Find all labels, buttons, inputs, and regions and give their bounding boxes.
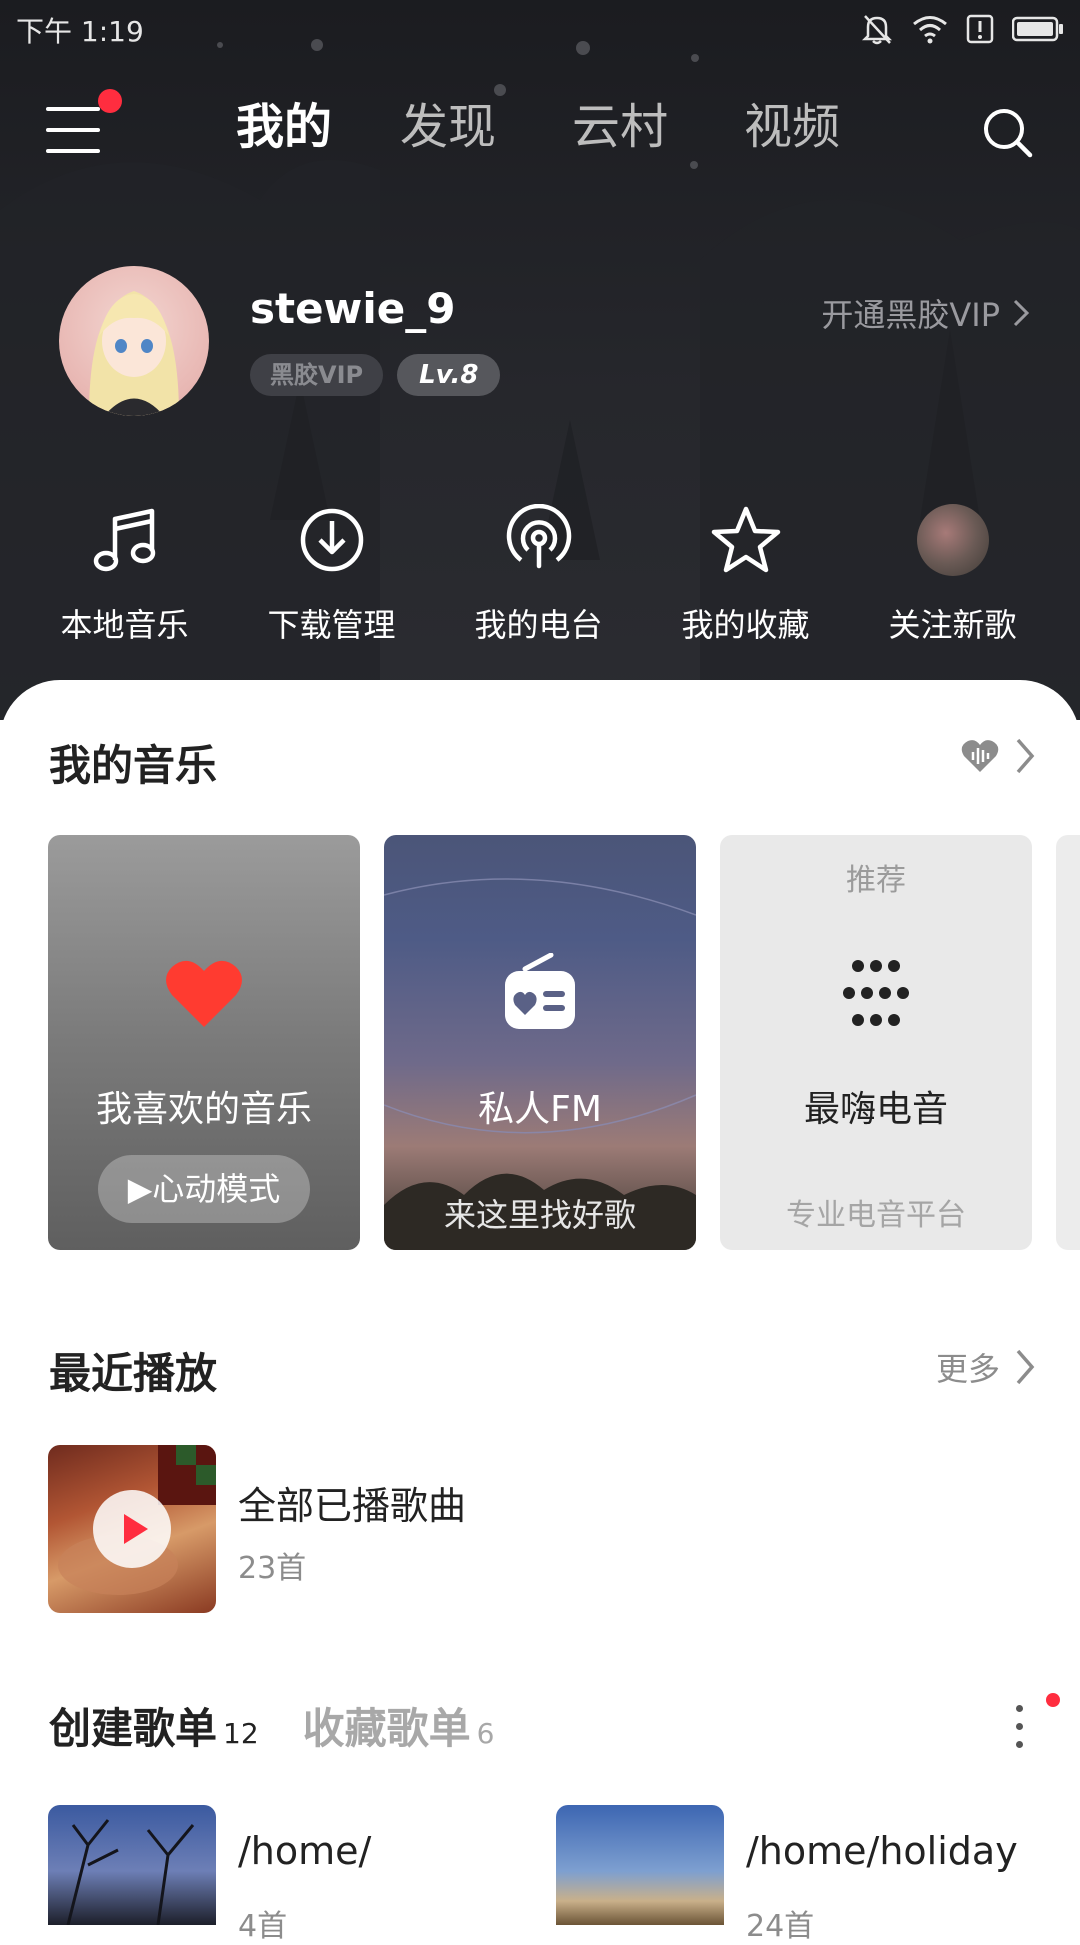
heartbeat-mode-label: 心动模式 <box>152 1170 281 1208</box>
playlist-name: /home/ <box>238 1829 372 1873</box>
notification-dot <box>98 89 122 113</box>
quick-label: 本地音乐 <box>60 606 189 644</box>
follow-avatar <box>916 504 989 576</box>
heartbeat-mode-button[interactable]: ▶心动模式 <box>98 1155 310 1223</box>
tab-video[interactable]: 视频 <box>744 97 840 157</box>
alert-icon <box>966 14 994 44</box>
nav-tabs: 我的 发现 云村 视频 <box>236 97 916 157</box>
download-icon <box>300 508 363 572</box>
playlist-count: 4首 <box>238 1909 288 1944</box>
card-title: 私人FM <box>478 1089 602 1130</box>
more-vert-icon <box>1016 1705 1023 1712</box>
playlist-cover <box>48 1805 216 1926</box>
radio-icon <box>505 953 575 1029</box>
quick-my-favorites[interactable]: 我的收藏 <box>642 500 849 644</box>
username[interactable]: stewie_9 <box>250 284 455 333</box>
collected-count: 6 <box>476 1717 495 1750</box>
cover-art <box>66 1819 195 1926</box>
notification-dot <box>1046 1693 1060 1707</box>
play-button[interactable] <box>93 1490 171 1568</box>
card-background-art <box>384 878 696 1250</box>
recent-cover[interactable] <box>48 1445 216 1613</box>
playlist-name: /home/holiday <box>746 1829 1018 1873</box>
liked-music-card[interactable]: 我喜欢的音乐 ▶心动模式 <box>48 835 360 1250</box>
tab-created-playlists[interactable]: 创建歌单 <box>49 1695 217 1756</box>
profile-section: stewie_9 黑胶VIP Lv.8 开通黑胶VIP <box>0 260 1080 420</box>
vip-badge[interactable]: 黑胶VIP <box>250 354 384 396</box>
quick-my-radio[interactable]: 我的电台 <box>435 500 642 644</box>
playlist-item[interactable]: /home/holiday 24首 <box>556 1805 1056 1944</box>
menu-icon <box>46 107 100 111</box>
play-icon <box>124 1514 148 1544</box>
avatar-illustration <box>89 291 179 416</box>
recent-more[interactable]: 更多 <box>936 1344 1036 1390</box>
quick-label: 下载管理 <box>267 606 396 644</box>
avatar[interactable] <box>59 266 209 416</box>
quick-label: 我的电台 <box>474 606 603 644</box>
header-panel: 下午 1:19 我的 发现 云村 视频 stewie_9 黑胶VIP Lv.8 … <box>0 0 1080 720</box>
tab-mine[interactable]: 我的 <box>236 97 332 157</box>
dots-grid-icon <box>843 960 909 1026</box>
star-icon <box>711 506 780 573</box>
podcast-icon <box>506 504 571 569</box>
wifi-icon <box>913 16 947 44</box>
quick-actions: 本地音乐 下载管理 我的电台 我的收藏 关注新歌 <box>0 500 1080 644</box>
status-time: 下午 1:19 <box>16 15 144 48</box>
chevron-right-icon <box>1016 1349 1035 1385</box>
card-title: 最嗨电音 <box>803 1089 948 1130</box>
search-icon[interactable] <box>980 105 1036 161</box>
profile-badges: 黑胶VIP Lv.8 <box>250 354 501 396</box>
card-tag: 推荐 <box>846 863 906 898</box>
open-vip-label: 开通黑胶VIP <box>821 296 1000 334</box>
recent-item[interactable]: 全部已播歌曲 23首 <box>48 1445 1048 1615</box>
menu-button[interactable] <box>46 89 122 153</box>
recent-item-title: 全部已播歌曲 <box>238 1484 467 1528</box>
music-note-icon <box>93 508 155 572</box>
quick-download-manager[interactable]: 下载管理 <box>228 500 435 644</box>
top-nav: 我的 发现 云村 视频 <box>0 85 1080 175</box>
open-vip-link[interactable]: 开通黑胶VIP <box>821 290 1030 336</box>
heart-icon <box>166 960 242 1027</box>
quick-follow-new-songs[interactable]: 关注新歌 <box>849 500 1056 644</box>
card-title: 我喜欢的音乐 <box>95 1089 312 1130</box>
my-music-cards: 我喜欢的音乐 ▶心动模式 私人FM 来这里找好歌 推荐 最嗨电音 专业电音平台 <box>48 835 1080 1255</box>
playlist-list: /home/ 4首 /home/holiday 24首 <box>48 1805 1080 1944</box>
chevron-right-icon <box>1016 738 1035 774</box>
recent-title: 最近播放 <box>49 1349 218 1398</box>
tab-discover[interactable]: 发现 <box>400 97 496 157</box>
created-count: 12 <box>223 1717 259 1750</box>
card-subtitle: 来这里找好歌 <box>443 1196 636 1234</box>
quick-label: 我的收藏 <box>681 606 810 644</box>
recent-item-count: 23首 <box>238 1551 307 1586</box>
battery-icon <box>1012 16 1063 42</box>
playlist-item[interactable]: /home/ 4首 <box>48 1805 548 1944</box>
chevron-right-icon <box>1013 299 1030 327</box>
playlist-count: 24首 <box>746 1909 815 1944</box>
play-icon: ▶ <box>127 1170 153 1208</box>
bell-off-icon <box>861 15 893 45</box>
playlist-tabs: 创建歌单 12 收藏歌单 6 <box>49 1695 495 1756</box>
quick-label: 关注新歌 <box>888 606 1017 644</box>
content-sheet: 我的音乐 我喜欢的音乐 ▶心动模式 私人FM 来这里找好歌 推荐 最嗨电音 专业… <box>0 680 1080 1944</box>
quick-local-music[interactable]: 本地音乐 <box>21 500 228 644</box>
playlist-cover <box>556 1805 724 1925</box>
recent-more-label: 更多 <box>935 1350 1000 1388</box>
status-bar: 下午 1:19 <box>0 0 1080 54</box>
personal-fm-card[interactable]: 私人FM 来这里找好歌 <box>384 835 696 1250</box>
my-music-title: 我的音乐 <box>49 741 218 790</box>
tab-village[interactable]: 云村 <box>572 97 668 157</box>
next-card-peek[interactable] <box>1056 835 1080 1250</box>
my-music-more[interactable] <box>960 736 1036 776</box>
level-badge[interactable]: Lv.8 <box>397 354 501 396</box>
heart-wave-icon <box>961 740 999 772</box>
card-subtitle: 专业电音平台 <box>786 1198 966 1233</box>
edm-card[interactable]: 推荐 最嗨电音 专业电音平台 <box>720 835 1032 1250</box>
more-options-button[interactable] <box>1016 1693 1060 1753</box>
tab-collected-playlists[interactable]: 收藏歌单 <box>303 1695 471 1756</box>
